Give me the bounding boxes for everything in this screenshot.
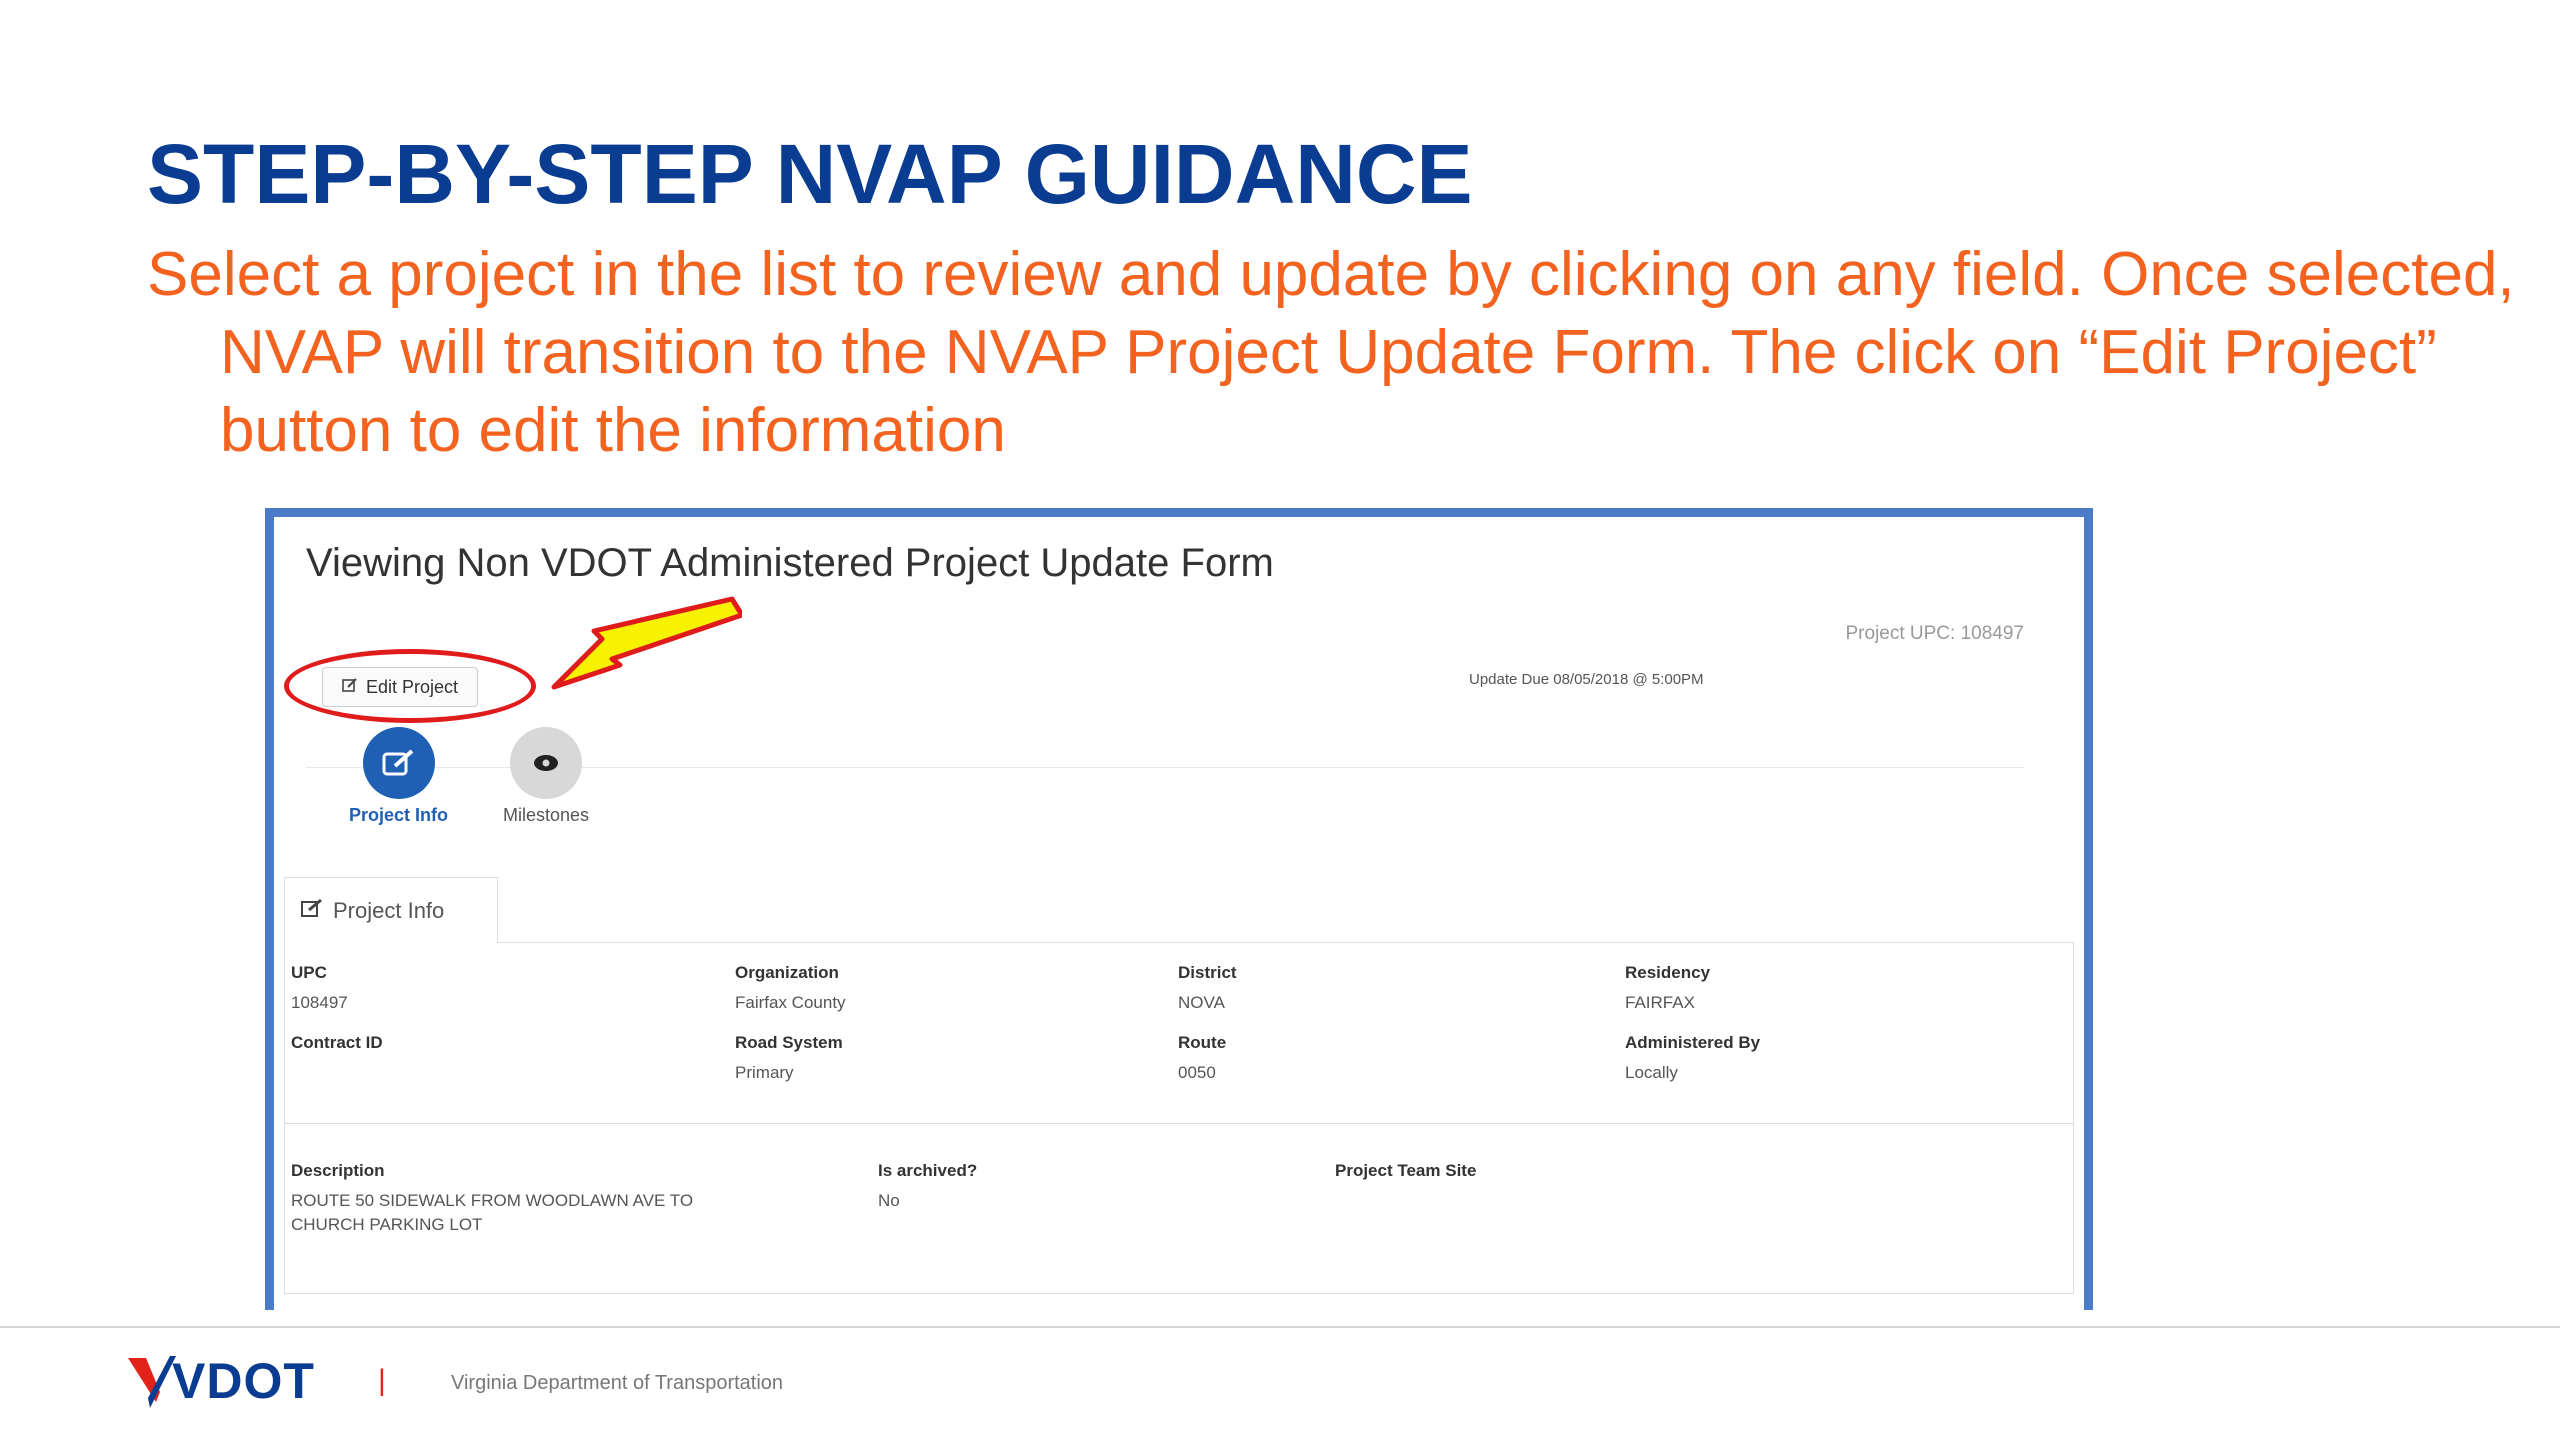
footer-separator: |: [378, 1364, 386, 1397]
field-value: ROUTE 50 SIDEWALK FROM WOODLAWN AVE TO: [291, 1191, 694, 1210]
field-label: Road System: [735, 1033, 843, 1052]
field-label: UPC: [291, 963, 327, 982]
field-project-team-site: Project Team Site: [1335, 1161, 1476, 1191]
field-value: 108497: [291, 993, 348, 1012]
field-value: Locally: [1625, 1063, 1678, 1082]
tab-label: Project Info: [333, 897, 445, 923]
field-value: Primary: [735, 1063, 794, 1082]
slide-title: STEP-BY-STEP NVAP GUIDANCE: [147, 127, 1473, 221]
form-title: Viewing Non VDOT Administered Project Up…: [306, 541, 1274, 585]
field-residency: Residency FAIRFAX: [1625, 963, 1710, 1013]
project-info-panel: UPC 108497 Organization Fairfax County D…: [284, 942, 2074, 1124]
step-project-info[interactable]: Project Info: [349, 727, 448, 826]
field-label: Route: [1178, 1033, 1227, 1052]
field-label: Residency: [1625, 963, 1711, 982]
field-value: 0050: [1178, 1063, 1216, 1082]
field-is-archived: Is archived? No: [878, 1161, 977, 1211]
field-upc: UPC 108497: [291, 963, 348, 1013]
highlight-ellipse: [284, 649, 536, 723]
field-label: Contract ID: [291, 1033, 383, 1052]
field-label: Is archived?: [878, 1161, 978, 1180]
eye-icon: [510, 727, 583, 799]
field-organization: Organization Fairfax County: [735, 963, 846, 1013]
field-label: Project Team Site: [1335, 1161, 1477, 1180]
edit-icon: [301, 898, 323, 924]
step-label: Project Info: [349, 805, 449, 825]
update-due-text: Update Due 08/05/2018 @ 5:00PM: [1469, 671, 1704, 688]
field-administered-by: Administered By Locally: [1625, 1033, 1760, 1083]
vdot-logo-text: VDOT: [172, 1353, 315, 1409]
screenshot-frame: Viewing Non VDOT Administered Project Up…: [265, 508, 2093, 1310]
field-label: District: [1178, 963, 1237, 982]
field-label: Description: [291, 1161, 385, 1180]
vdot-logo: VDOT: [126, 1352, 315, 1410]
field-description: Description ROUTE 50 SIDEWALK FROM WOODL…: [291, 1161, 693, 1235]
field-value: CHURCH PARKING LOT: [291, 1215, 483, 1234]
field-label: Organization: [735, 963, 839, 982]
footer-divider: [0, 1326, 2560, 1328]
footer-org-name: Virginia Department of Transportation: [451, 1372, 784, 1394]
field-label: Administered By: [1625, 1033, 1761, 1052]
field-district: District NOVA: [1178, 963, 1237, 1013]
edit-icon: [362, 727, 435, 799]
field-route: Route 0050: [1178, 1033, 1226, 1083]
description-panel: Description ROUTE 50 SIDEWALK FROM WOODL…: [284, 1123, 2074, 1294]
field-value: Fairfax County: [735, 993, 846, 1012]
field-road-system: Road System Primary: [735, 1033, 843, 1083]
project-upc-header: Project UPC: 108497: [1845, 623, 2025, 644]
field-value: No: [878, 1191, 900, 1210]
field-value: FAIRFAX: [1625, 993, 1695, 1012]
tab-project-info[interactable]: Project Info: [284, 877, 498, 943]
slide-body-text: Select a project in the list to review a…: [147, 240, 2515, 465]
pointer-arrow-icon: [551, 596, 742, 690]
step-label: Milestones: [503, 805, 590, 825]
step-milestones[interactable]: Milestones: [503, 727, 589, 826]
field-contract-id: Contract ID: [291, 1033, 383, 1063]
field-value: NOVA: [1178, 993, 1225, 1012]
